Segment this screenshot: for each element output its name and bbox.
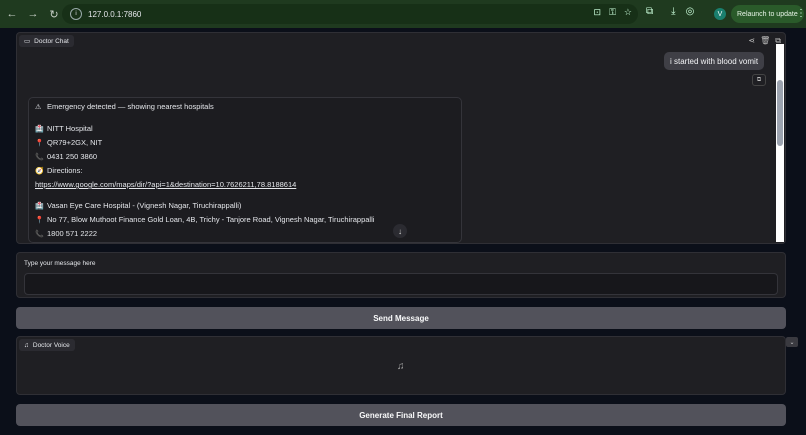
- compass-icon: 🧭: [35, 168, 44, 175]
- bookmark-star-icon[interactable]: ☆: [624, 7, 632, 18]
- extensions-icon[interactable]: ⧉: [646, 6, 653, 17]
- audio-placeholder-icon: ♫: [397, 361, 405, 372]
- generate-report-button[interactable]: Generate Final Report: [16, 404, 786, 426]
- user-message: i started with blood vomit: [664, 52, 765, 70]
- bot-message: ⚠ Emergency detected — showing nearest ho…: [28, 97, 462, 243]
- pin-icon: 📍: [35, 140, 44, 147]
- bot-line: 📍 QR79+2GX, NIT: [35, 138, 103, 147]
- message-input[interactable]: [24, 273, 778, 295]
- voice-panel: ♫ Doctor Voice ♫: [16, 336, 786, 395]
- download-icon[interactable]: ⤓: [671, 6, 675, 17]
- voice-label: ♫ Doctor Voice: [19, 339, 75, 351]
- bot-line: 🏥 NITT Hospital: [35, 124, 93, 133]
- scroll-down-icon[interactable]: ↓: [393, 224, 407, 238]
- chat-label-text: Doctor Chat: [34, 37, 69, 45]
- message-input-panel: Type your message here: [16, 252, 786, 298]
- directions-link[interactable]: https://www.google.com/maps/dir/?api=1&d…: [35, 180, 296, 189]
- chat-scrollbar-thumb[interactable]: [777, 80, 783, 146]
- relaunch-button[interactable]: Relaunch to update: [731, 5, 804, 23]
- warning-icon: ⚠: [35, 104, 42, 111]
- send-message-button[interactable]: Send Message: [16, 307, 786, 329]
- url-text: 127.0.0.1:7860: [88, 9, 142, 19]
- password-key-icon[interactable]: ⚿: [609, 7, 616, 18]
- forward-icon[interactable]: →: [24, 5, 42, 23]
- back-icon[interactable]: ←: [3, 5, 21, 23]
- chat-bubble-icon: ▭: [24, 38, 31, 45]
- chat-label: ▭ Doctor Chat: [19, 35, 74, 47]
- share-icon[interactable]: ⋖: [748, 36, 755, 46]
- hospital-icon: 🏥: [35, 203, 44, 210]
- music-note-icon: ♫: [24, 341, 29, 349]
- copy-message-icon[interactable]: ⧉: [752, 74, 766, 86]
- bot-line: 📞 1800 571 2222: [35, 229, 98, 238]
- phone-icon: 📞: [35, 231, 44, 238]
- address-bar[interactable]: i 127.0.0.1:7860 ⊡ ⚿ ☆: [62, 4, 638, 24]
- bot-line: 🏥 Vasan Eye Care Hospital - (Vignesh Naga…: [35, 201, 242, 210]
- menu-kebab-icon[interactable]: ⋮: [796, 8, 806, 19]
- phone-icon: 📞: [35, 154, 44, 161]
- bot-line: ⚠ Emergency detected — showing nearest ho…: [35, 102, 214, 111]
- bot-line: 📞 0431 250 3860: [35, 152, 98, 161]
- bot-line: 🧭 Directions:: [35, 166, 83, 175]
- side-toggle-icon[interactable]: ⌄: [786, 337, 798, 347]
- reload-icon[interactable]: ↻: [45, 5, 63, 23]
- avatar[interactable]: V: [714, 8, 726, 20]
- site-info-icon[interactable]: i: [70, 8, 82, 20]
- install-app-icon[interactable]: ⊡: [594, 7, 602, 18]
- voice-label-text: Doctor Voice: [32, 341, 70, 349]
- browser-toolbar: ← → ↻ i 127.0.0.1:7860 ⊡ ⚿ ☆ ⧉ ⤓ ◎ V Rel…: [0, 0, 806, 28]
- pin-icon: 📍: [35, 217, 44, 224]
- hospital-icon: 🏥: [35, 126, 44, 133]
- input-label: Type your message here: [24, 260, 96, 267]
- profile-switch-icon[interactable]: ◎: [686, 6, 695, 17]
- bot-line: 📍 No 77, Blow Muthoot Finance Gold Loan, …: [35, 215, 375, 224]
- trash-icon[interactable]: 🗑: [760, 36, 770, 46]
